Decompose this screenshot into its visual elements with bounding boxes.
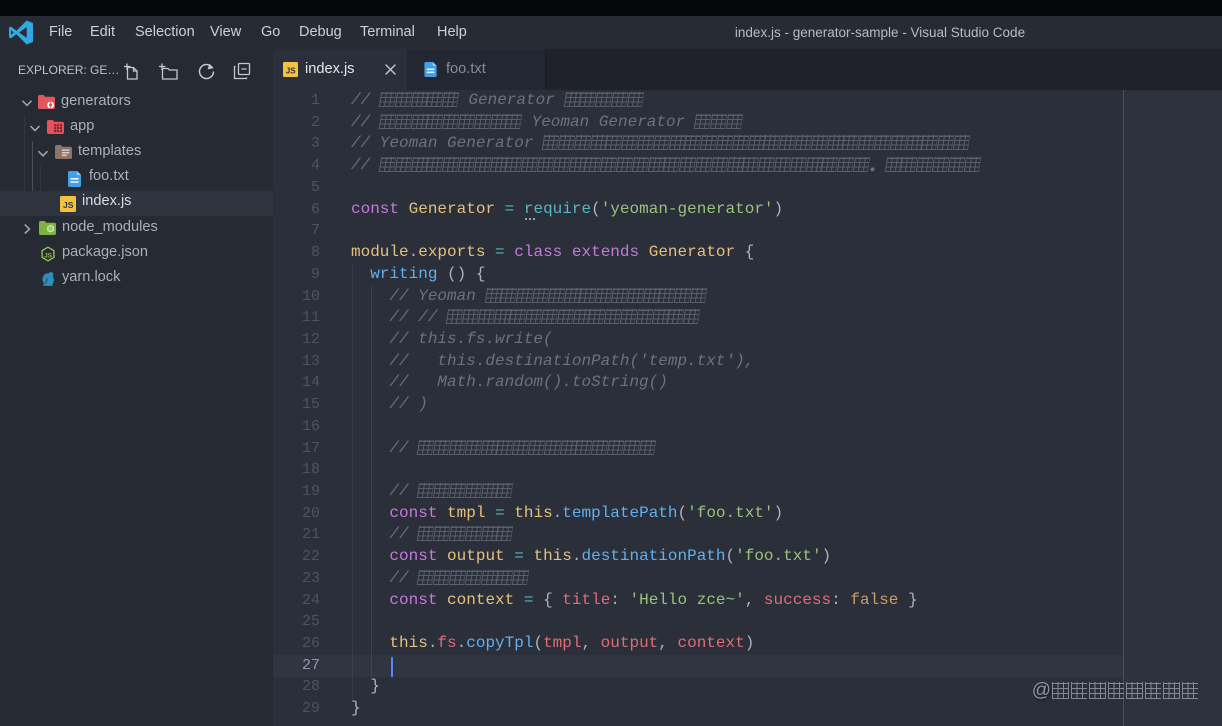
svg-text:JS: JS [44, 252, 53, 259]
